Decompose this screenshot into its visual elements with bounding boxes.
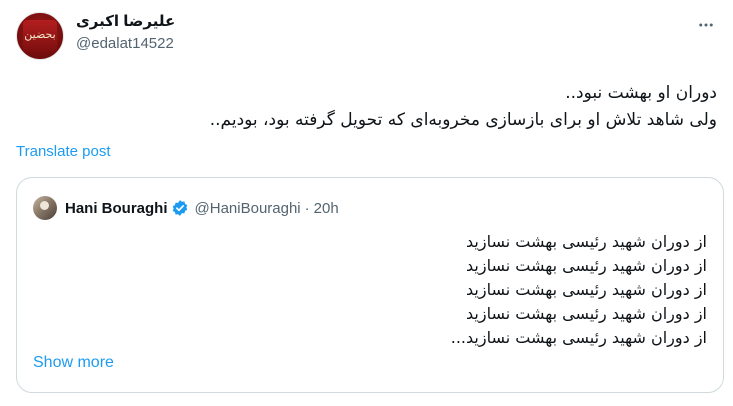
post-text-line: ولی شاهد تلاش او برای بازسازی مخروبه‌ای …: [209, 110, 717, 130]
post-text: دوران او بهشت نبود.. ولی شاهد تلاش او بر…: [17, 80, 717, 134]
author-handle[interactable]: @edalat14522: [76, 34, 175, 54]
quoted-author-avatar[interactable]: [33, 196, 57, 220]
author-avatar[interactable]: بحضین: [16, 12, 64, 60]
avatar-emblem: بحضین: [23, 20, 57, 52]
quoted-post-header: Hani Bouraghi @HaniBouraghi · 20h: [33, 196, 339, 220]
more-options-button[interactable]: [695, 14, 717, 36]
translate-post-link[interactable]: Translate post: [16, 143, 111, 160]
author-display-name[interactable]: علیرضا اکبری: [76, 12, 175, 32]
quoted-text-line: از دوران شهید رئیسی بهشت نسازید...: [450, 328, 707, 347]
verified-badge-icon: [172, 200, 187, 216]
more-horizontal-icon: [699, 23, 713, 27]
show-more-link[interactable]: Show more: [33, 354, 114, 372]
quoted-text-line: از دوران شهید رئیسی بهشت نسازید: [466, 232, 707, 251]
quoted-text-line: از دوران شهید رئیسی بهشت نسازید: [466, 256, 707, 275]
avatar-text: بحضین: [24, 28, 56, 41]
quoted-post-text: از دوران شهید رئیسی بهشت نسازید از دوران…: [451, 230, 707, 350]
quoted-text-line: از دوران شهید رئیسی بهشت نسازید: [466, 304, 707, 323]
quoted-text-line: از دوران شهید رئیسی بهشت نسازید: [466, 280, 707, 299]
separator-dot: ·: [304, 199, 310, 217]
post-text-line: دوران او بهشت نبود..: [565, 83, 717, 103]
quoted-author-name[interactable]: Hani Bouraghi: [65, 200, 168, 217]
quoted-post-time[interactable]: 20h: [314, 200, 339, 217]
quoted-post-card[interactable]: Hani Bouraghi @HaniBouraghi · 20h از دور…: [16, 177, 724, 393]
quoted-author-handle[interactable]: @HaniBouraghi: [195, 200, 301, 217]
post-header: بحضین علیرضا اکبری @edalat14522: [16, 12, 717, 60]
author-info: علیرضا اکبری @edalat14522: [76, 12, 175, 54]
